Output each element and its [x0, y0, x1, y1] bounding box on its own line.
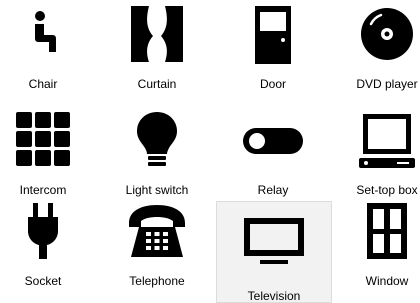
window-icon: [330, 197, 420, 269]
device-label: Curtain: [137, 77, 177, 91]
device-tile-curtain[interactable]: Curtain: [100, 0, 214, 106]
chair-icon: [0, 0, 100, 72]
device-label: Television: [247, 289, 301, 303]
device-label: DVD player: [356, 77, 418, 91]
device-label: Telephone: [129, 274, 185, 288]
device-tile-telephone[interactable]: Telephone: [100, 197, 214, 303]
device-label: Light switch: [125, 183, 189, 197]
device-label: Door: [259, 77, 286, 91]
device-label: Relay: [257, 183, 289, 197]
device-label: Set-top box: [356, 183, 418, 197]
device-label: Intercom: [19, 183, 67, 197]
device-tile-window[interactable]: Window: [330, 197, 420, 303]
television-icon: [217, 202, 331, 274]
curtain-icon: [100, 0, 214, 72]
device-tile-door[interactable]: Door: [216, 0, 330, 106]
door-icon: [216, 0, 330, 72]
plug-icon: [0, 197, 100, 269]
device-tile-dvd-player[interactable]: DVD player: [330, 0, 420, 106]
device-tile-socket[interactable]: Socket: [0, 197, 100, 303]
device-tile-relay[interactable]: Relay: [216, 106, 330, 212]
dvd-disc-icon: [330, 0, 420, 72]
toggle-switch-icon: [216, 106, 330, 178]
device-tile-chair[interactable]: Chair: [0, 0, 100, 106]
device-tile-television[interactable]: Television: [216, 201, 332, 303]
intercom-keypad-icon: [0, 106, 100, 178]
device-type-grid: Chair Curtain Door DVD player Intercom L…: [0, 0, 420, 303]
telephone-icon: [100, 197, 214, 269]
set-top-box-icon: [330, 106, 420, 178]
device-label: Chair: [28, 77, 58, 91]
device-label: Window: [365, 274, 409, 288]
device-label: Socket: [24, 274, 62, 288]
light-bulb-icon: [100, 106, 214, 178]
